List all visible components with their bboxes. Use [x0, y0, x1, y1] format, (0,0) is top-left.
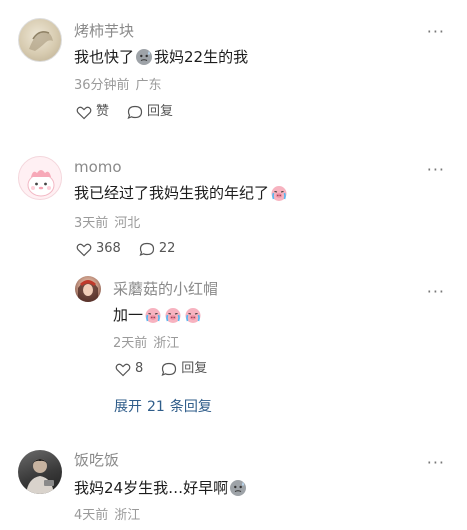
- avatar[interactable]: [18, 18, 62, 62]
- reply-label: 回复: [181, 361, 208, 376]
- reply-button[interactable]: 回复: [127, 104, 173, 120]
- timestamp: 36分钟前: [74, 78, 130, 93]
- more-dots-icon[interactable]: ···: [427, 455, 445, 471]
- comment-meta: 2天前 浙江: [113, 336, 179, 352]
- comment-text-part: 我妈24岁生我…好早啊: [74, 479, 229, 497]
- like-count: 368: [96, 241, 121, 256]
- like-label: 赞: [96, 104, 110, 119]
- timestamp: 4天前: [74, 508, 109, 523]
- comment-item: 饭吃饭 ··· 我妈24岁生我…好早啊 4天前 浙江: [0, 440, 467, 530]
- sweat-face-emoji: [136, 49, 153, 65]
- expand-count: 21: [147, 399, 165, 415]
- reply-label: 回复: [147, 104, 174, 119]
- comment-meta: 4天前 浙江: [74, 508, 140, 524]
- comment-text: 我已经过了我妈生我的年纪了: [74, 182, 289, 204]
- heart-outline-icon: [115, 363, 131, 376]
- crying-pig-emoji: [165, 308, 181, 323]
- comment-text: 加一: [113, 304, 203, 326]
- timestamp: 2天前: [113, 336, 148, 351]
- comment-meta: 36分钟前 广东: [74, 78, 162, 94]
- expand-prefix: 展开: [114, 399, 142, 415]
- sweat-face-emoji: [230, 480, 247, 496]
- reply-button[interactable]: 22: [139, 241, 176, 257]
- like-button[interactable]: 8: [115, 361, 143, 377]
- heart-outline-icon: [76, 106, 92, 119]
- speech-bubble-icon: [139, 242, 154, 256]
- more-dots-icon[interactable]: ···: [427, 284, 445, 300]
- location: 浙江: [114, 508, 141, 523]
- expand-suffix: 条回复: [169, 399, 212, 415]
- comment-actions: 赞 回复: [76, 104, 191, 120]
- speech-bubble-icon: [161, 362, 177, 376]
- location: 浙江: [153, 336, 180, 351]
- comment-actions: 8 回复: [115, 361, 225, 377]
- more-dots-icon[interactable]: ···: [427, 24, 445, 40]
- more-dots-icon[interactable]: ···: [427, 162, 445, 178]
- speech-bubble-icon: [127, 105, 143, 119]
- heart-outline-icon: [76, 243, 92, 256]
- comment-text-part: 我也快了: [74, 48, 135, 66]
- crying-pig-emoji: [271, 186, 287, 201]
- comment-meta: 3天前 河北: [74, 216, 140, 232]
- like-button[interactable]: 368: [76, 241, 121, 257]
- like-button[interactable]: 赞: [76, 104, 109, 120]
- like-count: 8: [135, 361, 144, 376]
- username[interactable]: 烤柿芋块: [74, 22, 134, 40]
- avatar[interactable]: [18, 450, 62, 494]
- avatar[interactable]: [75, 276, 101, 302]
- comment-item: momo ··· 我已经过了我妈生我的年纪了 3天前 河北 368 22 采蘑菇的…: [0, 140, 467, 430]
- username[interactable]: momo: [74, 158, 122, 176]
- reply-button[interactable]: 回复: [161, 361, 207, 377]
- username[interactable]: 饭吃饭: [74, 451, 119, 469]
- comment-item: 烤柿芋块 ··· 我也快了 我妈22生的我 36分钟前 广东 赞 回复: [0, 0, 467, 140]
- reply-item: 采蘑菇的小红帽 ··· 加一 2天前 浙江 8 回复: [0, 272, 467, 392]
- timestamp: 3天前: [74, 216, 109, 231]
- location: 河北: [114, 216, 141, 231]
- comment-text: 我也快了 我妈22生的我: [74, 46, 248, 68]
- comment-text-part: 加一: [113, 306, 144, 324]
- crying-pig-emoji: [185, 308, 201, 323]
- username[interactable]: 采蘑菇的小红帽: [113, 280, 218, 298]
- crying-pig-emoji: [145, 308, 161, 323]
- comment-actions: 368 22: [76, 241, 193, 257]
- expand-replies-link[interactable]: 展开 21 条回复: [114, 396, 212, 416]
- location: 广东: [135, 78, 162, 93]
- comment-text-part: 我已经过了我妈生我的年纪了: [74, 184, 270, 202]
- avatar[interactable]: [18, 156, 62, 200]
- comment-text-part: 我妈22生的我: [154, 48, 249, 66]
- reply-count: 22: [158, 241, 176, 256]
- comment-text: 我妈24岁生我…好早啊: [74, 477, 248, 499]
